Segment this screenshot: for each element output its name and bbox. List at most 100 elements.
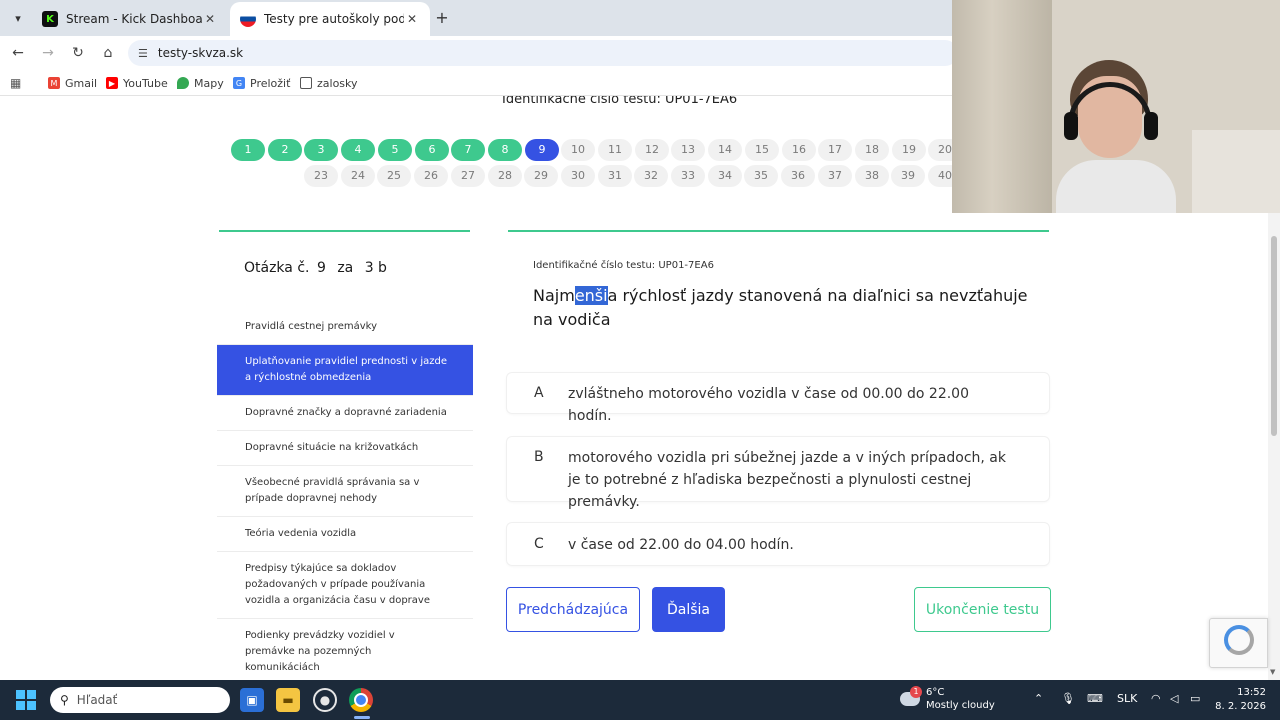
question-number-button[interactable]: 23 (304, 165, 338, 187)
close-icon[interactable]: ✕ (202, 12, 218, 26)
wifi-icon[interactable]: ◠ (1151, 692, 1161, 705)
clock[interactable]: 13:52 8. 2. 2026 (1210, 686, 1266, 714)
question-number-button[interactable]: 35 (744, 165, 778, 187)
weather-temp: 6°C (926, 687, 945, 698)
tab-testy[interactable]: Testy pre autoškoly podľa skup ✕ (230, 2, 430, 36)
bookmark-label: zalosky (317, 76, 358, 90)
question-number-button[interactable]: 11 (598, 139, 632, 161)
question-prefix: Otázka č. (244, 260, 310, 276)
question-number-button[interactable]: 5 (378, 139, 412, 161)
question-number-button[interactable]: 7 (451, 139, 485, 161)
weather-widget[interactable]: 1 6°C Mostly cloudy (900, 686, 1000, 714)
question-number-button[interactable]: 37 (818, 165, 852, 187)
test-id-value: UP01-7EA6 (658, 260, 714, 271)
forward-arrow-icon[interactable]: → (38, 43, 58, 63)
battery-icon[interactable]: ▭ (1190, 692, 1200, 705)
obs-icon[interactable]: ● (313, 688, 337, 712)
back-arrow-icon[interactable]: ← (8, 43, 28, 63)
chrome-icon[interactable] (349, 688, 373, 712)
scroll-thumb[interactable] (1271, 236, 1277, 436)
maps-icon (177, 77, 189, 89)
folder-icon (300, 77, 312, 89)
question-number-button[interactable]: 19 (892, 139, 926, 161)
taskbar-search[interactable]: ⚲ Hľadať (50, 687, 230, 713)
answer-option-c[interactable]: C v čase od 22.00 do 04.00 hodín. (506, 522, 1050, 566)
recaptcha-badge[interactable] (1209, 618, 1268, 668)
question-number-button[interactable]: 38 (855, 165, 889, 187)
question-number-button[interactable]: 27 (451, 165, 485, 187)
microphone-icon[interactable]: 🎙 (1061, 692, 1075, 705)
category-item[interactable]: Uplatňovanie pravidiel prednosti v jazde… (217, 345, 473, 396)
apps-grid-icon[interactable]: ▦ (10, 75, 21, 91)
question-number-button[interactable]: 33 (671, 165, 705, 187)
question-number-button[interactable]: 9 (525, 139, 559, 161)
bookmark-prelozit[interactable]: G Preložiť (233, 75, 290, 91)
question-number-button[interactable]: 17 (818, 139, 852, 161)
webcam-overlay (952, 0, 1280, 213)
question-number-button[interactable]: 14 (708, 139, 742, 161)
question-number-button[interactable]: 1 (231, 139, 265, 161)
question-number-button[interactable]: 4 (341, 139, 375, 161)
youtube-icon: ▶ (106, 77, 118, 89)
category-item[interactable]: Pravidlá cestnej premávky (217, 310, 473, 345)
tab-search-chevron-icon[interactable]: ▾ (6, 6, 30, 30)
question-number-button[interactable]: 15 (745, 139, 779, 161)
home-icon[interactable]: ⌂ (98, 43, 118, 63)
bookmark-zalosky[interactable]: zalosky (300, 75, 358, 91)
volume-icon[interactable]: ◁ (1170, 692, 1178, 705)
bookmark-youtube[interactable]: ▶ YouTube (106, 75, 168, 91)
next-button[interactable]: Ďalšia (652, 587, 725, 632)
question-number-button[interactable]: 24 (341, 165, 375, 187)
question-number-button[interactable]: 30 (561, 165, 595, 187)
question-number-button[interactable]: 36 (781, 165, 815, 187)
question-number-button[interactable]: 10 (561, 139, 595, 161)
new-tab-button[interactable]: + (432, 8, 452, 28)
close-icon[interactable]: ✕ (404, 12, 420, 26)
tab-kick-dashboard[interactable]: K Stream - Kick Dashboard ✕ (32, 2, 228, 36)
question-number-button[interactable]: 12 (635, 139, 669, 161)
question-number-button[interactable]: 31 (598, 165, 632, 187)
address-bar[interactable]: ☰ testy-skvza.sk (128, 40, 958, 66)
question-number-button[interactable]: 16 (782, 139, 816, 161)
question-number-button[interactable]: 13 (671, 139, 705, 161)
reload-icon[interactable]: ↻ (68, 43, 88, 63)
question-number-button[interactable]: 25 (377, 165, 411, 187)
tab-title: Testy pre autoškoly podľa skup (264, 12, 404, 26)
file-explorer-icon[interactable]: ▬ (276, 688, 300, 712)
end-test-button[interactable]: Ukončenie testu (914, 587, 1051, 632)
bookmark-mapy[interactable]: Mapy (177, 75, 224, 91)
site-info-icon[interactable]: ☰ (138, 47, 148, 60)
category-item[interactable]: Predpisy týkajúce sa dokladov požadovaný… (217, 552, 473, 619)
address-url[interactable]: testy-skvza.sk (158, 46, 243, 60)
weather-condition: Mostly cloudy (926, 700, 995, 711)
keyboard-icon[interactable]: ⌨ (1087, 692, 1103, 705)
answer-letter: C (534, 536, 544, 552)
language-indicator[interactable]: SLK (1117, 692, 1137, 705)
store-icon[interactable]: ▣ (240, 688, 264, 712)
category-item[interactable]: Teória vedenia vozidla (217, 517, 473, 552)
chevron-up-icon[interactable]: ⌃ (1034, 692, 1043, 705)
question-number-button[interactable]: 3 (304, 139, 338, 161)
question-number-button[interactable]: 39 (891, 165, 925, 187)
answer-option-a[interactable]: A zvláštneho motorového vozidla v čase o… (506, 372, 1050, 424)
question-number-button[interactable]: 32 (634, 165, 668, 187)
question-number-button[interactable]: 6 (415, 139, 449, 161)
category-item[interactable]: Podienky prevádzky vozidiel v premávke n… (217, 619, 473, 680)
answer-option-b[interactable]: B motorového vozidla pri súbežnej jazde … (506, 436, 1050, 510)
question-number-button[interactable]: 34 (708, 165, 742, 187)
category-item[interactable]: Dopravné situácie na križovatkách (217, 431, 473, 466)
category-item[interactable]: Všeobecné pravidlá správania sa v prípad… (217, 466, 473, 517)
question-number-button[interactable]: 18 (855, 139, 889, 161)
bookmark-label: Gmail (65, 76, 98, 90)
question-number-button[interactable]: 28 (488, 165, 522, 187)
scroll-down-icon[interactable]: ▼ (1270, 668, 1275, 676)
bookmark-gmail[interactable]: M Gmail (48, 75, 97, 91)
question-number-button[interactable]: 26 (414, 165, 448, 187)
windows-start-icon[interactable] (16, 690, 36, 710)
question-number-button[interactable]: 8 (488, 139, 522, 161)
question-number-button[interactable]: 2 (268, 139, 302, 161)
category-item[interactable]: Dopravné značky a dopravné zariadenia (217, 396, 473, 431)
notification-badge: 1 (910, 686, 922, 698)
previous-button[interactable]: Predchádzajúca (506, 587, 640, 632)
question-number-button[interactable]: 29 (524, 165, 558, 187)
